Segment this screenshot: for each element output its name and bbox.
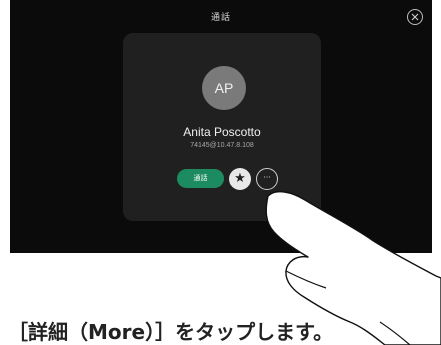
- pointing-hand-icon: [265, 190, 441, 345]
- instruction-figure: 通話 AP Anita Poscotto 74145@10.47.8.108 通…: [0, 0, 441, 345]
- instruction-caption: ［詳細（More）］をタップします。: [8, 320, 334, 344]
